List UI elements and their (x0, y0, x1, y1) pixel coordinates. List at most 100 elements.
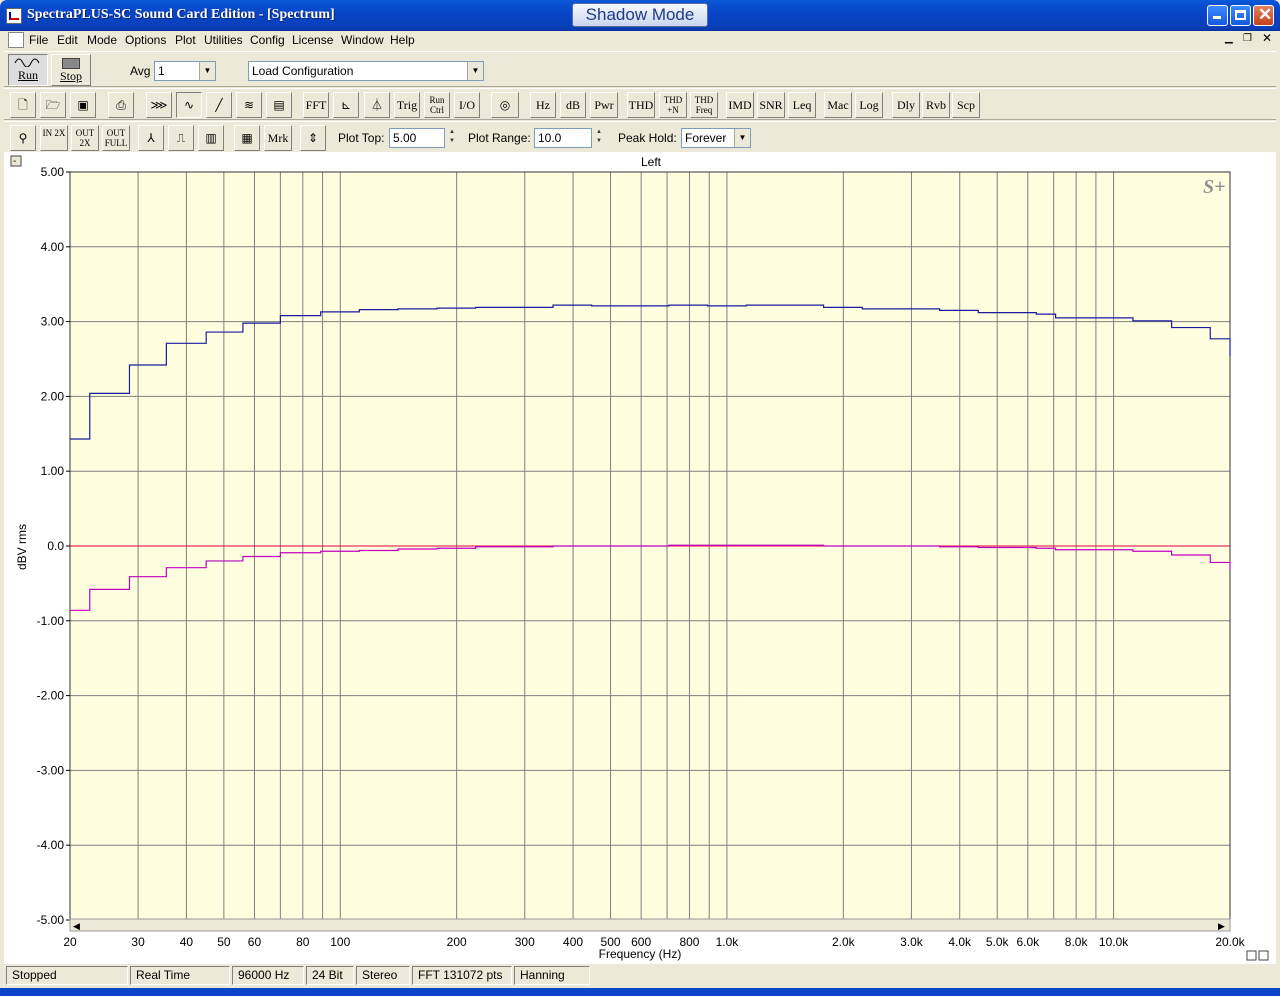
bar-graph-button[interactable]: ▥ (198, 125, 224, 151)
mode-button-2[interactable]: ∿ (176, 92, 202, 118)
menu-window[interactable]: Window (341, 33, 384, 47)
generator-button[interactable]: ◎ (491, 92, 519, 118)
open-file-button[interactable]: 🗁 (40, 92, 66, 118)
thd-freq-button[interactable]: THD Freq (690, 92, 718, 118)
trigger-button[interactable]: Trig (394, 92, 420, 118)
autoscale-button[interactable]: ⇕ (300, 125, 326, 151)
dly-button[interactable]: Dly (892, 92, 920, 118)
app-icon[interactable] (6, 8, 22, 24)
mode-button-5[interactable]: ▤ (266, 92, 292, 118)
chevron-down-icon[interactable]: ▼ (467, 62, 483, 80)
status-bar: Stopped Real Time 96000 Hz 24 Bit Stereo… (4, 966, 1276, 986)
menu-file[interactable]: File (29, 33, 48, 47)
snr-button[interactable]: SNR (757, 92, 785, 118)
document-icon[interactable] (8, 32, 24, 48)
y-tick-label: -2.00 (37, 689, 65, 703)
weighting-button[interactable]: ⏃ (364, 92, 390, 118)
close-button[interactable]: ✕ (1253, 5, 1274, 26)
grid-button[interactable]: ▦ (234, 125, 260, 151)
print-button[interactable]: ⎙ (108, 92, 134, 118)
chevron-down-icon[interactable]: ▼ (199, 62, 215, 80)
mac-button[interactable]: Mac (824, 92, 852, 118)
mdi-close-icon[interactable]: ✕ (1262, 31, 1272, 45)
hz-button[interactable]: Hz (530, 92, 556, 118)
mdi-minimize-icon[interactable]: ▁ (1225, 33, 1233, 44)
fft-button[interactable]: FFT (303, 92, 329, 118)
new-file-button[interactable]: 🗋 (10, 92, 36, 118)
zoom-in-2x-button[interactable]: IN 2X (40, 125, 68, 151)
zoom-out-2x-button[interactable]: OUT 2X (71, 125, 99, 151)
zoom-button[interactable]: ⚲ (10, 125, 36, 151)
thd-button[interactable]: THD (627, 92, 655, 118)
avg-select[interactable]: 1 ▼ (154, 61, 216, 81)
3d-surface-icon: ▤ (273, 98, 285, 112)
step-graph-icon: ⎍ (176, 131, 186, 145)
menu-plot[interactable]: Plot (175, 33, 196, 47)
x-tick-label: 3.0k (900, 935, 924, 949)
menu-utilities[interactable]: Utilities (204, 33, 243, 47)
x-tick-label: 4.0k (948, 935, 972, 949)
x-tick-label: 400 (563, 935, 583, 949)
io-button[interactable]: I/O (454, 92, 480, 118)
mdi-restore-icon[interactable]: ❐ (1243, 33, 1252, 44)
zoom-out-full-button[interactable]: OUT FULL (102, 125, 130, 151)
thd-n-button[interactable]: THD +N (659, 92, 687, 118)
scroll-right-icon[interactable]: ▶ (1218, 921, 1225, 931)
menu-help[interactable]: Help (390, 33, 415, 47)
scale-button[interactable]: ⊾ (333, 92, 359, 118)
mode-button-3[interactable]: ╱ (206, 92, 232, 118)
plot-top-spinner[interactable]: ▲ ▼ (447, 128, 457, 148)
x-tick-label: 2.0k (832, 935, 856, 949)
status-window: Hanning (514, 966, 590, 985)
db-button[interactable]: dB (560, 92, 586, 118)
menu-config[interactable]: Config (250, 33, 285, 47)
scp-button[interactable]: Scp (952, 92, 980, 118)
window-title: SpectraPLUS-SC Sound Card Edition - [Spe… (27, 7, 335, 22)
x-tick-label: 5.0k (986, 935, 1010, 949)
expand-button[interactable] (1246, 950, 1257, 961)
scroll-left-icon[interactable]: ◀ (73, 921, 80, 931)
chevron-down-icon[interactable]: ▼ (734, 129, 750, 147)
imd-button[interactable]: IMD (726, 92, 754, 118)
expand-all-button[interactable] (1258, 950, 1269, 961)
configuration-select[interactable]: Load Configuration ▼ (248, 61, 484, 81)
minimize-button[interactable] (1207, 5, 1228, 26)
menu-license[interactable]: License (292, 33, 333, 47)
maximize-button[interactable] (1230, 5, 1251, 26)
ruler-icon: ⊾ (340, 98, 352, 112)
printer-icon: ⎙ (116, 98, 126, 112)
menu-mode[interactable]: Mode (87, 33, 117, 47)
plot-top-input[interactable]: 5.00 (389, 128, 445, 148)
x-tick-label: 100 (330, 935, 350, 949)
menu-options[interactable]: Options (125, 33, 166, 47)
leq-button[interactable]: Leq (788, 92, 816, 118)
peak-hold-select[interactable]: Forever ▼ (681, 128, 751, 148)
mode-button-4[interactable]: ≋ (236, 92, 262, 118)
save-button[interactable]: ▣ (70, 92, 96, 118)
y-tick-label: -1.00 (37, 614, 65, 628)
pwr-button[interactable]: Pwr (590, 92, 618, 118)
x-tick-label: 50 (217, 935, 231, 949)
step-graph-button[interactable]: ⎍ (168, 125, 194, 151)
marker-button[interactable]: Mrk (264, 125, 292, 151)
horizontal-scrollbar[interactable] (69, 918, 1231, 932)
x-tick-label: 80 (296, 935, 310, 949)
stop-button[interactable]: Stop (51, 54, 91, 86)
plot-range-spinner[interactable]: ▲ ▼ (594, 128, 604, 148)
floppy-disk-icon: ▣ (77, 98, 89, 112)
title-bar[interactable]: SpectraPLUS-SC Sound Card Edition - [Spe… (0, 0, 1280, 31)
plot-range-label: Plot Range: (468, 131, 531, 145)
run-button[interactable]: Run (8, 54, 48, 86)
mode-button-1[interactable]: ⋙ (146, 92, 172, 118)
x-tick-label: 40 (180, 935, 194, 949)
status-bit-depth: 24 Bit (306, 966, 354, 985)
plot-range-input[interactable]: 10.0 (534, 128, 592, 148)
run-control-button[interactable]: Run Ctrl (424, 92, 450, 118)
spectrum-plot[interactable]: - Left 5.00 4.00 3.00 2.00 1.00 0.0 -1.00 -2.00… (0, 152, 1280, 964)
menu-edit[interactable]: Edit (57, 33, 78, 47)
rvb-button[interactable]: Rvb (922, 92, 950, 118)
line-graph-button[interactable]: ⅄ (138, 125, 164, 151)
y-tick-label: 5.00 (41, 165, 65, 179)
log-button[interactable]: Log (855, 92, 883, 118)
x-tick-label: 300 (515, 935, 535, 949)
